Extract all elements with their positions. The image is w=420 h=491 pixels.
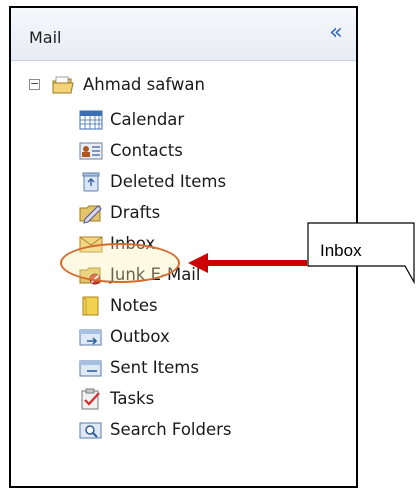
- personal-folders-icon: [52, 76, 74, 94]
- pane-header: Mail «: [11, 8, 356, 61]
- folder-drafts[interactable]: Drafts: [79, 201, 319, 229]
- folder-outbox[interactable]: Outbox: [79, 325, 319, 353]
- folder-tasks[interactable]: Tasks: [79, 387, 319, 415]
- mailbox-root-label: Ahmad safwan: [83, 75, 205, 94]
- folder-label: Search Folders: [110, 420, 232, 439]
- pane-title: Mail: [29, 28, 62, 47]
- mailbox-root[interactable]: − Ahmad safwan: [11, 74, 311, 100]
- calendar-icon: [79, 110, 103, 130]
- inbox-highlight-ellipse: [60, 243, 180, 283]
- search-folders-icon: [79, 422, 102, 439]
- folder-calendar[interactable]: Calendar: [79, 108, 319, 136]
- tasks-icon: [81, 388, 100, 410]
- folder-deleted-items[interactable]: Deleted Items: [79, 170, 319, 198]
- folder-label: Calendar: [110, 110, 185, 129]
- notes-icon: [82, 296, 99, 316]
- folder-label: Tasks: [110, 389, 155, 408]
- folder-notes[interactable]: Notes: [79, 294, 319, 322]
- folder-label: Drafts: [110, 203, 161, 222]
- deleted-items-icon: [82, 172, 100, 192]
- collapse-pane-button[interactable]: «: [323, 22, 349, 44]
- contacts-icon: [79, 142, 103, 160]
- drafts-icon: [79, 205, 102, 224]
- collapse-tree-expander[interactable]: −: [29, 78, 40, 90]
- folder-label: Contacts: [110, 141, 183, 160]
- folder-sent-items[interactable]: Sent Items: [79, 356, 319, 384]
- folder-label: Sent Items: [110, 358, 199, 377]
- folder-search-folders[interactable]: Search Folders: [79, 418, 319, 446]
- folder-label: Notes: [110, 296, 158, 315]
- mail-navigation-pane: Mail « − Ahmad safwan Calendar Contacts …: [9, 6, 358, 488]
- sent-items-icon: [79, 360, 102, 377]
- callout-label: Inbox: [320, 241, 362, 260]
- outbox-icon: [79, 329, 102, 346]
- folder-label: Outbox: [110, 327, 170, 346]
- folder-label: Deleted Items: [110, 172, 227, 191]
- folder-contacts[interactable]: Contacts: [79, 139, 319, 167]
